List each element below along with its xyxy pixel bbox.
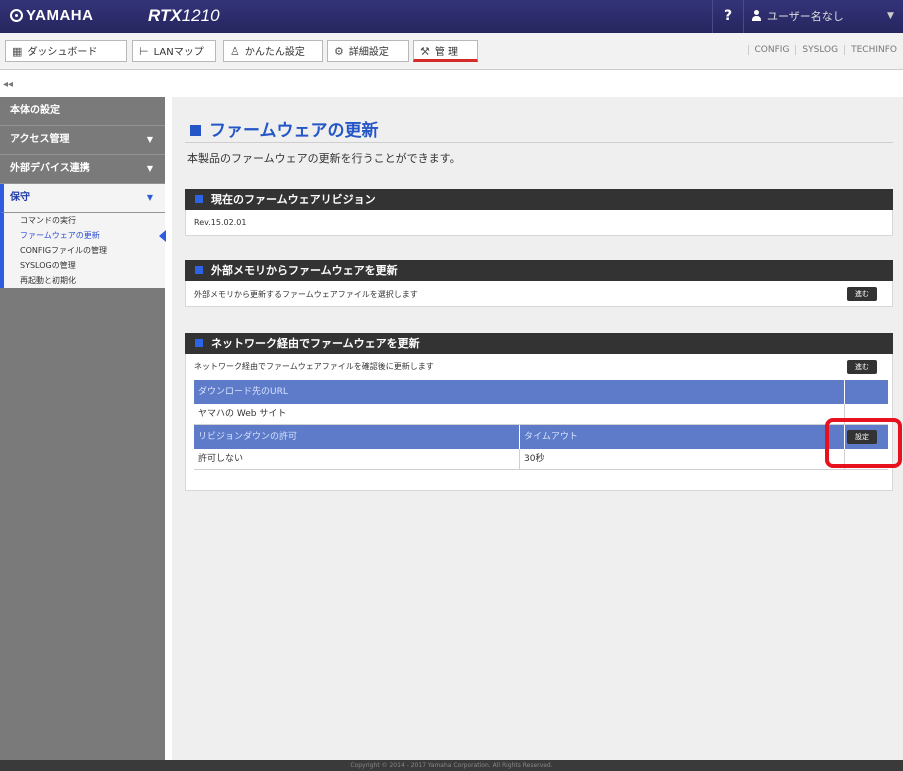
tab-dashboard-label: ダッシュボード [27,47,98,58]
sidebar-item-reboot[interactable]: 再起動と初期化 [4,273,165,288]
tab-easy-setup[interactable]: ♙ かんたん設定 [223,40,323,62]
tab-easy-setup-label: かんたん設定 [244,47,305,58]
help-button[interactable]: ? [712,0,744,33]
section-title: 現在のファームウェアリビジョン [211,193,376,206]
footer-copyright: Copyright © 2014 - 2017 Yamaha Corporati… [0,760,903,771]
url-header: ダウンロード先のURL [194,380,845,404]
network-update-text: ネットワーク経由でファームウェアファイルを確認後に更新します [194,362,434,371]
network-map-icon: ⊢ [139,45,149,58]
sidebar-item-firmware[interactable]: ファームウェアの更新 [4,228,166,243]
page-title: ファームウェアの更新 [190,116,379,141]
sidebar: 本体の設定 アクセス管理 ▼ 外部デバイス連携 ▼ 保守 ▼ コマンドの実行 フ… [0,97,166,760]
section-marker-icon [195,339,203,347]
table-row: 許可しない 30秒 [194,449,888,470]
chevron-down-icon[interactable]: ▼ [887,0,894,33]
yamaha-mark-icon [10,9,23,22]
yamaha-logo: YAMAHA [10,7,93,24]
sidebar-item-config[interactable]: CONFIGファイルの管理 [4,243,165,258]
section-header-external-memory: 外部メモリからファームウェアを更新 [185,260,893,281]
toolbar: ▦ ダッシュボード ⊢ LANマップ ♙ かんたん設定 ⚙ 詳細設定 ⚒ 管 理 CONF… [0,33,903,70]
revision-down-value: 許可しない [194,449,520,469]
table-row: ヤマハの Web サイト [194,404,888,425]
sidebar-section-label: 本体の設定 [10,105,60,116]
tab-advanced[interactable]: ⚙ 詳細設定 [327,40,409,62]
revision-down-header: リビジョンダウンの許可 [194,425,520,449]
table-header-row: リビジョンダウンの許可 タイムアウト [194,425,888,449]
user-menu[interactable]: ユーザー名なし [752,0,844,33]
chevron-down-icon: ▼ [146,193,153,202]
sidebar-section-device-settings[interactable]: 本体の設定 [0,97,165,126]
sidebar-section-maintenance[interactable]: 保守 ▼ [0,184,165,213]
model-number: 1210 [181,6,220,25]
tab-advanced-label: 詳細設定 [348,47,389,58]
tools-icon: ⚒ [420,45,430,58]
table-header-row: ダウンロード先のURL [194,380,888,404]
section-marker-icon [195,195,203,203]
page-title-icon [190,125,201,136]
tab-dashboard[interactable]: ▦ ダッシュボード [5,40,127,62]
external-proceed-button[interactable]: 進む [847,287,877,301]
wizard-icon: ♙ [230,45,240,58]
top-bar: YAMAHA RTX1210 ? ユーザー名なし ▼ [0,0,903,33]
page-description: 本製品のファームウェアの更新を行うことができます。 [187,152,461,165]
main-content: ファームウェアの更新 本製品のファームウェアの更新を行うことができます。 現在の… [172,97,903,760]
highlight-annotation [825,418,902,468]
network-proceed-button[interactable]: 進む [847,360,877,374]
model-prefix: RTX [148,6,182,25]
sidebar-section-access[interactable]: アクセス管理 ▼ [0,126,165,155]
syslog-link[interactable]: SYSLOG [795,45,845,55]
dashboard-icon: ▦ [12,45,23,58]
section-header-current-revision: 現在のファームウェアリビジョン [185,189,893,210]
user-icon [752,10,761,21]
current-revision-panel: Rev.15.02.01 [185,210,893,236]
chevron-down-icon: ▼ [146,164,153,173]
network-update-panel: ネットワーク経由でファームウェアファイルを確認後に更新します 進む ダウンロード… [185,354,893,491]
sidebar-submenu: コマンドの実行 ファームウェアの更新 CONFIGファイルの管理 SYSLOGの… [0,213,166,288]
timeout-value: 30秒 [520,449,845,469]
user-name: ユーザー名なし [767,10,844,23]
section-marker-icon [195,266,203,274]
sidebar-item-command[interactable]: コマンドの実行 [4,213,165,228]
tab-lan-map[interactable]: ⊢ LANマップ [132,40,216,62]
tab-lan-map-label: LANマップ [153,47,204,58]
config-link[interactable]: CONFIG [747,45,796,55]
model-name: RTX1210 [148,6,220,26]
page-title-text: ファームウェアの更新 [209,121,379,141]
tab-management-label: 管 理 [434,47,459,58]
techinfo-link[interactable]: TECHINFO [844,45,903,55]
divider [185,142,893,143]
chevron-down-icon: ▼ [146,135,153,144]
sidebar-section-label: アクセス管理 [10,134,70,145]
url-value: ヤマハの Web サイト [194,404,845,424]
section-header-network: ネットワーク経由でファームウェアを更新 [185,333,893,354]
tab-management[interactable]: ⚒ 管 理 [413,40,478,62]
section-title: 外部メモリからファームウェアを更新 [211,264,398,277]
firmware-revision: Rev.15.02.01 [194,218,247,227]
collapse-sidebar-button[interactable]: ◂◂ [3,79,13,90]
sidebar-section-label: 保守 [10,192,30,203]
section-title: ネットワーク経由でファームウェアを更新 [211,337,420,350]
external-memory-text: 外部メモリから更新するファームウェアファイルを選択します [194,290,418,299]
sidebar-section-external-devices[interactable]: 外部デバイス連携 ▼ [0,155,165,184]
sidebar-section-label: 外部デバイス連携 [10,163,90,174]
utility-links: CONFIG SYSLOG TECHINFO [747,45,903,55]
gear-icon: ⚙ [334,45,344,58]
timeout-header: タイムアウト [520,425,845,449]
sidebar-item-syslog[interactable]: SYSLOGの管理 [4,258,165,273]
external-memory-panel: 外部メモリから更新するファームウェアファイルを選択します 進む [185,281,893,307]
brand-name: YAMAHA [26,7,94,24]
